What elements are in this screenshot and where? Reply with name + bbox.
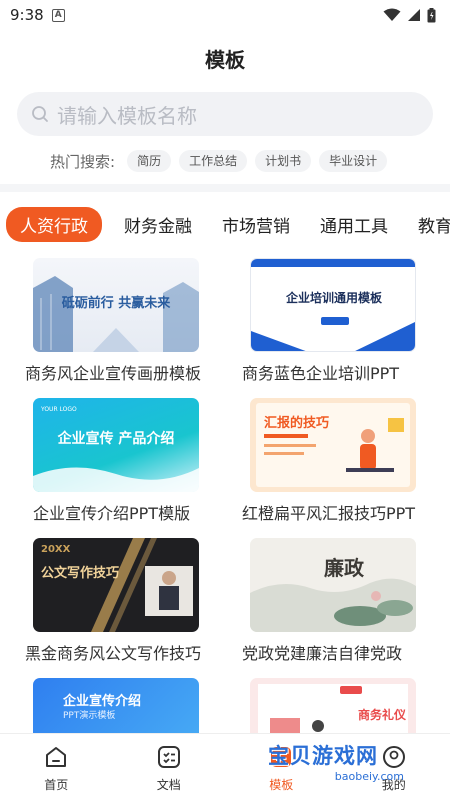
template-card[interactable]: 砥砺前行 共赢未来 商务风企业宣传画册模板 [25, 258, 225, 384]
thumbnail-title: 公文写作技巧 [41, 566, 120, 581]
template-card[interactable]: 企业培训通用模板 商务蓝色企业培训PPT [242, 258, 442, 384]
thumbnail-title: 廉政 [324, 556, 364, 580]
hot-chip-graduation[interactable]: 毕业设计 [319, 150, 388, 172]
hot-chip-plan[interactable]: 计划书 [255, 150, 312, 172]
search-placeholder: 请输入模板名称 [57, 103, 197, 128]
person-graphic [264, 418, 404, 472]
watermark: 宝贝游戏网 baobeiy.com [268, 740, 418, 790]
template-thumbnail: 砥砺前行 共赢未来 [33, 258, 199, 352]
hot-search-label: 热门搜索: [50, 152, 116, 171]
template-card[interactable]: 廉政 党政党建廉洁自律党政 [242, 538, 442, 664]
template-thumbnail: 廉政 [250, 538, 416, 632]
home-icon [46, 747, 67, 767]
search-input[interactable]: 请输入模板名称 [17, 92, 433, 136]
signal-icon [408, 9, 420, 21]
tab-hr-admin[interactable]: 人资行政 [6, 206, 102, 242]
page-title: 模板 [205, 48, 245, 72]
status-bar: 9:38 A [0, 0, 450, 30]
template-thumbnail: YOUR LOGO 企业宣传 产品介绍 [33, 398, 199, 492]
hot-chip-resume[interactable]: 简历 [127, 150, 172, 172]
template-thumbnail: 企业培训通用模板 [250, 258, 416, 352]
nav-home[interactable]: 首页 [0, 734, 113, 800]
template-caption: 红橙扁平风汇报技巧PPT [242, 504, 416, 523]
watermark-url: baobeiy.com [334, 770, 404, 783]
status-icons [383, 7, 436, 23]
wifi-icon [383, 8, 401, 21]
template-caption: 企业宣传介绍PPT模版 [33, 504, 191, 523]
template-caption: 商务风企业宣传画册模板 [25, 364, 202, 383]
wave-graphic [33, 467, 199, 492]
template-card[interactable]: 20XX 公文写作技巧 黑金商务风公文写作技巧 [25, 538, 225, 664]
template-card[interactable]: YOUR LOGO 企业宣传 产品介绍 企业宣传介绍PPT模版 [33, 398, 233, 524]
tab-finance[interactable]: 财务金融 [124, 212, 192, 237]
template-thumbnail: 20XX 公文写作技巧 [33, 538, 199, 632]
notification-icon: A [51, 8, 65, 22]
template-caption: 党政党建廉洁自律党政 [242, 644, 403, 663]
template-card[interactable]: 汇报的技巧 红橙扁平风汇报技巧PPT [242, 398, 442, 524]
template-caption: 商务蓝色企业培训PPT [242, 364, 400, 383]
document-icon [157, 746, 180, 768]
nav-documents-label: 文档 [156, 778, 181, 792]
battery-icon [427, 7, 436, 22]
tab-general-tools[interactable]: 通用工具 [320, 212, 388, 237]
status-time: 9:38 [10, 6, 44, 24]
tab-marketing[interactable]: 市场营销 [222, 212, 290, 237]
tab-education[interactable]: 教育 [418, 212, 450, 237]
nav-home-label: 首页 [44, 778, 69, 792]
section-divider [0, 184, 450, 192]
thumbnail-title: 砥砺前行 共赢未来 [61, 296, 171, 311]
hot-search-row: 热门搜索: 简历 工作总结 计划书 毕业设计 [50, 150, 388, 172]
thumbnail-subtitle: PPT演示模板 [63, 711, 116, 721]
template-caption: 黑金商务风公文写作技巧 [25, 644, 202, 663]
search-icon [32, 106, 48, 122]
category-tabs: 人资行政 财务金融 市场营销 通用工具 教育 [6, 206, 450, 242]
hot-chip-work-summary[interactable]: 工作总结 [179, 150, 248, 172]
template-thumbnail: 汇报的技巧 [250, 398, 416, 492]
nav-documents[interactable]: 文档 [113, 734, 226, 800]
thumbnail-title: 企业培训通用模板 [285, 291, 382, 305]
watermark-text: 宝贝游戏网 [268, 744, 378, 768]
thumbnail-title: 企业宣传介绍 [63, 694, 142, 709]
thumbnail-year: 20XX [41, 544, 71, 555]
thumbnail-title: 商务礼仪 [358, 708, 407, 722]
